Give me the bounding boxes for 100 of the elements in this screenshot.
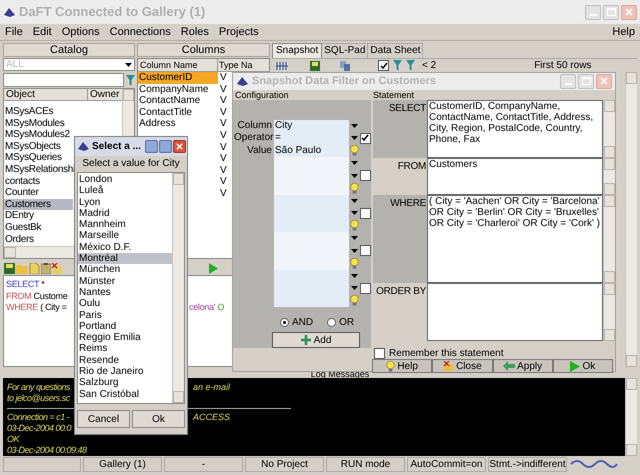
list-item[interactable]: Paris bbox=[78, 310, 172, 321]
close-button[interactable] bbox=[172, 140, 186, 153]
list-item[interactable]: Nantes bbox=[78, 286, 172, 298]
tab[interactable]: Data Sheet bbox=[368, 43, 424, 58]
catalog-item[interactable]: Counter bbox=[4, 187, 40, 199]
lightbulb-icon[interactable] bbox=[350, 182, 358, 194]
dropdown-arrow-icon[interactable] bbox=[350, 124, 358, 128]
grid-icon[interactable] bbox=[276, 60, 288, 70]
minimize-button[interactable] bbox=[560, 74, 576, 89]
catalog-item[interactable]: MSysRelationshi bbox=[4, 164, 76, 176]
condition-field[interactable] bbox=[274, 257, 349, 270]
checkbox[interactable] bbox=[374, 348, 385, 359]
filter-icon[interactable] bbox=[393, 60, 402, 71]
menu-item[interactable]: Connections bbox=[108, 24, 173, 40]
statement-text-area[interactable]: ( City = 'Aachen' OR City = 'Barcelona' OR City = 'Berlin' OR City = 'Bruxelles' OR City = 'Charleroi' OR City = 'Cork' ) bbox=[427, 194, 603, 282]
table-cell[interactable]: ContactTitle bbox=[138, 106, 218, 118]
maximize-button[interactable] bbox=[158, 140, 172, 153]
radio-button[interactable] bbox=[327, 318, 336, 327]
list-item[interactable]: San Cristóbal bbox=[78, 388, 172, 400]
minimize-button[interactable] bbox=[585, 4, 601, 20]
list-item[interactable]: Marseille bbox=[78, 230, 172, 242]
catalog-item[interactable]: Orders bbox=[4, 234, 35, 246]
condition-field[interactable] bbox=[274, 270, 349, 282]
lightbulb-icon[interactable] bbox=[386, 360, 396, 372]
minimize-button[interactable] bbox=[144, 140, 158, 153]
list-item[interactable]: Montréal bbox=[78, 253, 172, 264]
column-header[interactable]: Type Na bbox=[218, 59, 250, 71]
lightbulb-icon[interactable] bbox=[350, 258, 358, 269]
list-item[interactable]: Salzburg bbox=[78, 377, 172, 389]
filter-field[interactable] bbox=[3, 73, 124, 87]
condition-field[interactable] bbox=[274, 294, 349, 307]
tab[interactable]: SQL-Pad bbox=[322, 43, 368, 58]
list-item[interactable]: München bbox=[78, 264, 172, 276]
list-item[interactable]: Rio de Janeiro bbox=[78, 366, 172, 378]
delete-icon[interactable] bbox=[52, 262, 63, 274]
table-cell[interactable]: Address bbox=[138, 118, 218, 130]
dialog-button[interactable]: Cancel bbox=[77, 410, 130, 428]
condition-field[interactable] bbox=[274, 194, 349, 207]
condition-field[interactable] bbox=[274, 157, 349, 170]
save-icon[interactable] bbox=[310, 60, 320, 70]
filter-icon[interactable] bbox=[126, 74, 135, 86]
condition-field[interactable]: City bbox=[274, 120, 349, 132]
column-header[interactable]: Column Name bbox=[138, 59, 218, 71]
list-item[interactable]: México D.F. bbox=[78, 242, 172, 254]
checkbox[interactable] bbox=[360, 282, 370, 294]
dialog-button[interactable]: Apply bbox=[492, 359, 553, 373]
dropdown-arrow-icon[interactable] bbox=[350, 211, 358, 216]
filter-icon[interactable] bbox=[406, 60, 415, 71]
checkbox[interactable] bbox=[360, 170, 370, 182]
list-item[interactable]: London bbox=[78, 174, 172, 186]
catalog-item[interactable]: contacts bbox=[4, 176, 41, 188]
list-item[interactable]: Reggio Emilia bbox=[78, 332, 172, 344]
save-icon[interactable] bbox=[4, 262, 15, 274]
radio-button[interactable] bbox=[280, 318, 289, 327]
play-icon[interactable] bbox=[209, 262, 218, 274]
list-item[interactable]: Oulu bbox=[78, 298, 172, 310]
dropdown-arrow-icon[interactable] bbox=[350, 236, 358, 240]
dialog-button[interactable]: Help bbox=[372, 359, 432, 373]
tab[interactable]: Snapshot bbox=[272, 43, 322, 58]
table-cell[interactable]: CustomerID bbox=[138, 72, 218, 84]
dropdown-arrow-icon[interactable] bbox=[350, 161, 358, 166]
list-item[interactable]: Münster bbox=[78, 276, 172, 287]
catalog-item[interactable]: MSysQueries bbox=[4, 152, 63, 164]
clipboard-icon[interactable] bbox=[41, 262, 51, 274]
dropdown-arrow-icon[interactable] bbox=[350, 274, 358, 278]
menu-item[interactable]: File bbox=[3, 24, 25, 40]
list-item[interactable]: Portland bbox=[78, 320, 172, 332]
condition-field[interactable]: São Paulo bbox=[274, 144, 349, 157]
list-item[interactable]: Madrid bbox=[78, 208, 172, 220]
statement-text-area[interactable]: CustomerID, CompanyName, ContactName, ContactTitle, Address, City, Region, PostalCode, Country, Phone, Fax bbox=[427, 100, 603, 158]
lightbulb-icon[interactable] bbox=[350, 295, 358, 306]
catalog-item[interactable]: MSysModules bbox=[4, 118, 66, 130]
dialog-button[interactable]: Close bbox=[432, 359, 492, 373]
table-cell[interactable]: ContactName bbox=[138, 95, 218, 107]
list-item[interactable]: Mannheim bbox=[78, 219, 172, 230]
catalog-item[interactable]: MSysACEs bbox=[4, 106, 54, 118]
dropdown-arrow-icon[interactable] bbox=[350, 174, 358, 178]
condition-field[interactable] bbox=[274, 232, 349, 244]
checkbox[interactable] bbox=[360, 245, 370, 256]
catalog-item[interactable]: DEntry bbox=[4, 210, 35, 222]
maximize-button[interactable] bbox=[603, 4, 619, 20]
statement-text-area[interactable]: Customers bbox=[427, 158, 603, 194]
menu-item[interactable]: Help bbox=[610, 24, 637, 40]
list-item[interactable]: Lyon bbox=[78, 196, 172, 208]
checkbox[interactable] bbox=[378, 60, 389, 71]
menu-item[interactable]: Roles bbox=[178, 24, 211, 40]
dropdown-arrow-icon[interactable] bbox=[350, 286, 358, 290]
dialog-button[interactable]: Ok bbox=[552, 359, 613, 373]
maximize-button[interactable] bbox=[578, 74, 594, 89]
menu-item[interactable]: Projects bbox=[216, 24, 261, 40]
list-item[interactable]: Reims bbox=[78, 343, 172, 355]
checkbox[interactable] bbox=[360, 208, 370, 219]
dropdown-arrow-icon[interactable] bbox=[350, 248, 358, 253]
add-button[interactable]: Add bbox=[272, 332, 360, 348]
statement-text-area[interactable] bbox=[427, 282, 603, 340]
table-cell[interactable]: CompanyName bbox=[138, 84, 218, 96]
condition-field[interactable]: = bbox=[274, 132, 349, 144]
lightbulb-icon[interactable] bbox=[350, 220, 358, 232]
list-item[interactable]: Luleå bbox=[78, 185, 172, 197]
column-header[interactable]: Owner bbox=[88, 89, 122, 100]
